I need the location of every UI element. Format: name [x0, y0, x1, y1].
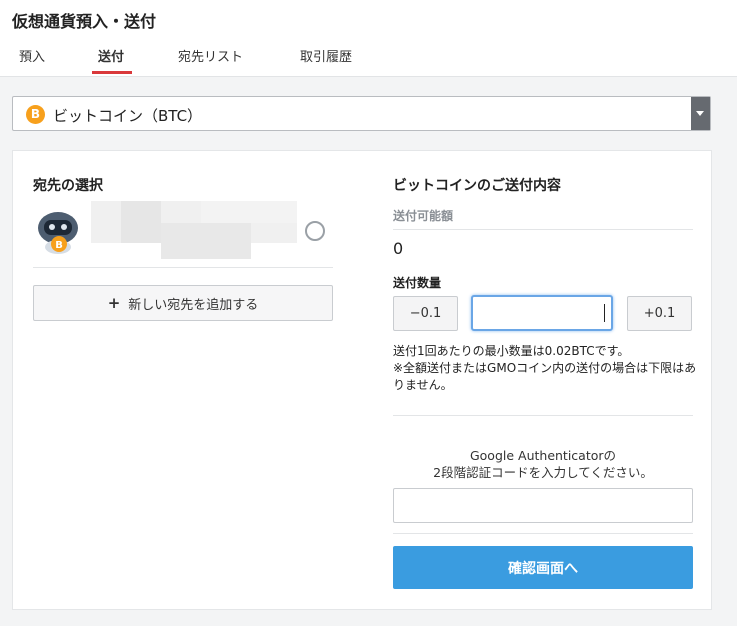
currency-select-value: ビットコイン（BTC） — [53, 107, 203, 125]
robot-avatar-icon: B — [38, 212, 78, 254]
two-factor-instructions: Google Authenticatorの 2段階認証コードを入力してください。 — [393, 447, 693, 481]
quantity-input[interactable] — [471, 295, 613, 331]
available-divider — [393, 229, 693, 230]
note-divider — [393, 415, 693, 416]
increase-quantity-button[interactable]: +0.1 — [627, 296, 692, 331]
tab-address-list[interactable]: 宛先リスト — [178, 46, 243, 65]
send-details-title: ビットコインのご送付内容 — [393, 178, 561, 194]
chevron-down-icon[interactable] — [691, 97, 710, 130]
destination-radio[interactable] — [305, 221, 325, 241]
decrease-quantity-button[interactable]: −0.1 — [393, 296, 458, 331]
bitcoin-icon: B — [26, 105, 45, 124]
page-header: 仮想通貨預入・送付 預入 送付 宛先リスト 取引履歴 — [0, 0, 737, 77]
available-amount-label: 送付可能額 — [393, 209, 454, 223]
currency-select[interactable]: B ビットコイン（BTC） — [12, 96, 711, 131]
confirm-button[interactable]: 確認画面へ — [393, 546, 693, 589]
tab-deposit[interactable]: 預入 — [19, 46, 45, 65]
tab-history[interactable]: 取引履歴 — [300, 46, 352, 65]
add-destination-label: 新しい宛先を追加する — [128, 297, 259, 313]
available-amount-value: 0 — [393, 239, 404, 258]
add-destination-button[interactable]: + 新しい宛先を追加する — [33, 285, 333, 321]
note-line-1: 送付1回あたりの最小数量は0.02BTCです。 — [393, 344, 630, 358]
note-line-2: ※全額送付またはGMOコイン内の送付の場合は下限はありません。 — [393, 361, 697, 392]
plus-icon: + — [107, 294, 121, 312]
auth-line-1: Google Authenticatorの — [469, 448, 617, 463]
svg-text:B: B — [55, 240, 63, 251]
destination-divider — [33, 267, 333, 268]
quantity-label: 送付数量 — [393, 276, 442, 290]
auth-line-2: 2段階認証コードを入力してください。 — [433, 465, 653, 480]
page-title: 仮想通貨預入・送付 — [12, 12, 157, 31]
minimum-quantity-note: 送付1回あたりの最小数量は0.02BTCです。 ※全額送付またはGMOコイン内の… — [393, 343, 698, 394]
active-tab-indicator — [92, 71, 132, 74]
tab-send[interactable]: 送付 — [98, 46, 124, 65]
send-card: 宛先の選択 B + 新しい宛先を追加する ビットコインのご送付内容 送付可能額 … — [12, 150, 712, 610]
destination-title: 宛先の選択 — [33, 178, 103, 194]
two-factor-code-input[interactable] — [393, 488, 693, 523]
auth-divider — [393, 533, 693, 534]
text-caret — [604, 304, 605, 322]
